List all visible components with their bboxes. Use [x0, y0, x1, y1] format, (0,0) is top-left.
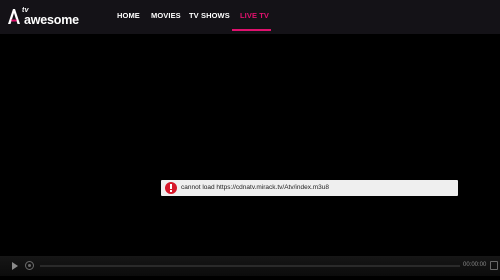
nav-item-live-tv[interactable]: LIVE TV [240, 11, 269, 20]
replay-icon[interactable] [25, 261, 34, 270]
video-player[interactable]: cannot load https://cdnatv.mirack.tv/Atv… [0, 34, 500, 280]
nav-item-movies[interactable]: MOVIES [151, 11, 181, 20]
seek-bar[interactable] [40, 265, 460, 267]
error-banner: cannot load https://cdnatv.mirack.tv/Atv… [161, 180, 458, 196]
logo-wordmark: awesome [24, 13, 79, 27]
nav-item-home[interactable]: HOME [117, 11, 140, 20]
logo-a-mark-icon [8, 9, 20, 24]
error-message: cannot load https://cdnatv.mirack.tv/Atv… [181, 184, 330, 191]
nav-item-tv-shows[interactable]: TV SHOWS [189, 11, 230, 20]
time-display: 00:00:00 [463, 262, 487, 268]
active-nav-underline [232, 29, 271, 31]
error-icon [165, 182, 177, 194]
top-header: tv awesome HOME MOVIES TV SHOWS LIVE TV [0, 0, 500, 34]
fullscreen-icon[interactable] [490, 261, 498, 270]
brand-logo[interactable]: tv awesome [7, 6, 87, 28]
play-icon[interactable] [12, 262, 18, 270]
player-controls: 00:00:00 [0, 256, 500, 276]
